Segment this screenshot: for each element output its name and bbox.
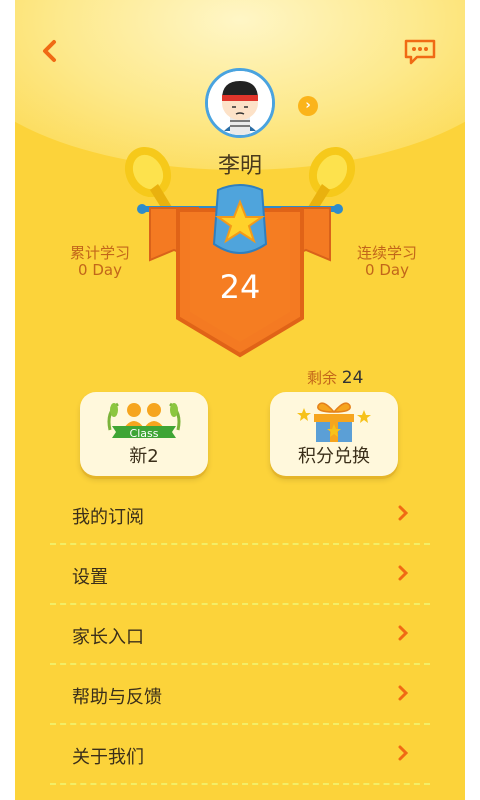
- class-tile[interactable]: Class 新2: [80, 392, 208, 476]
- chevron-right-icon: [398, 745, 409, 761]
- chevron-right-icon: [398, 685, 409, 701]
- score-value: 24: [219, 268, 261, 306]
- streak-study-stat: 连续学习 0 Day: [337, 245, 437, 279]
- menu-item-label: 设置: [72, 567, 108, 588]
- boy-avatar-icon: [208, 71, 272, 135]
- back-button[interactable]: [37, 38, 63, 64]
- trumpet-banner-icon: [124, 146, 356, 358]
- remaining-label: 剩余: [307, 369, 338, 387]
- menu-item-label: 帮助与反馈: [72, 687, 162, 708]
- message-button[interactable]: [403, 38, 437, 66]
- chevron-right-icon: ›: [305, 98, 311, 113]
- menu-item-label: 我的订阅: [72, 507, 144, 528]
- profile-arrow-button[interactable]: ›: [298, 96, 318, 116]
- chevron-right-icon: [398, 505, 409, 521]
- cumulative-study-stat: 累计学习 0 Day: [50, 245, 150, 279]
- menu-item-about-us[interactable]: 关于我们: [50, 725, 430, 785]
- class-label: 新2: [129, 446, 159, 467]
- avatar[interactable]: [205, 68, 275, 138]
- remaining-points: 剩余 24: [307, 367, 363, 388]
- points-exchange-label: 积分兑换: [298, 446, 370, 467]
- settings-menu: 我的订阅 设置 家长入口 帮助与反馈 关于我们: [50, 485, 430, 785]
- streak-study-label: 连续学习: [356, 244, 417, 262]
- points-exchange-tile[interactable]: 积分兑换: [270, 392, 398, 476]
- menu-item-label: 家长入口: [72, 627, 144, 648]
- chevron-right-icon: [398, 625, 409, 641]
- cumulative-study-label: 累计学习: [69, 244, 130, 262]
- cumulative-study-value: 0 Day: [78, 261, 122, 279]
- back-arrow-icon: [43, 40, 56, 62]
- streak-study-value: 0 Day: [365, 261, 409, 279]
- class-banner-text: Class: [129, 427, 159, 440]
- menu-item-parent-entrance[interactable]: 家长入口: [50, 605, 430, 665]
- chevron-right-icon: [398, 565, 409, 581]
- menu-item-label: 关于我们: [72, 747, 144, 768]
- menu-item-help-feedback[interactable]: 帮助与反馈: [50, 665, 430, 725]
- achievement-banner: [120, 140, 360, 370]
- menu-item-subscriptions[interactable]: 我的订阅: [50, 485, 430, 545]
- remaining-value: 24: [341, 368, 364, 388]
- gift-box-icon: [297, 402, 371, 442]
- message-icon: [404, 39, 436, 65]
- profile-screen: › 李明 24 累计学习 0 Day 连续学习 0 Day 剩余 24 Clas…: [15, 0, 465, 800]
- menu-item-settings[interactable]: 设置: [50, 545, 430, 605]
